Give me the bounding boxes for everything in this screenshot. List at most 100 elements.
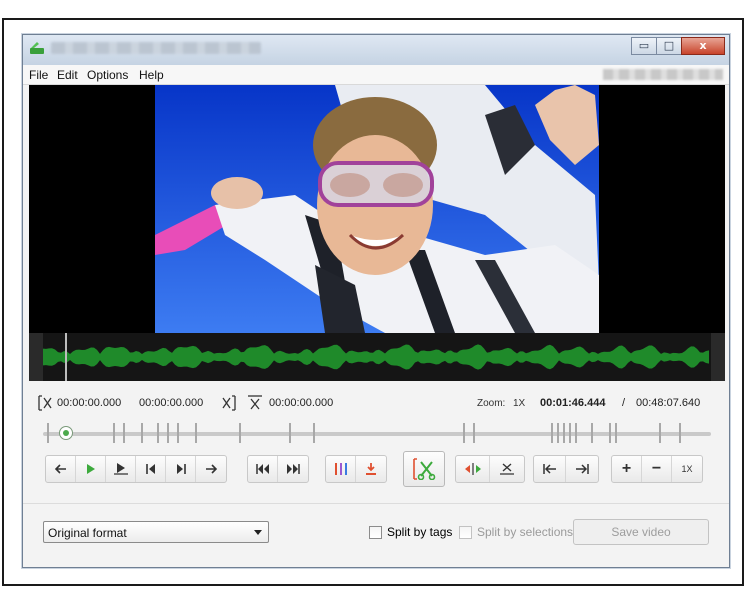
save-video-button[interactable]: Save video [573, 519, 709, 545]
timeline-marker[interactable] [563, 423, 565, 443]
timeline-marker[interactable] [47, 423, 49, 443]
marker-group [325, 455, 387, 483]
time-row: 00:00:00.000 00:00:00.000 00:00:00.000 Z… [37, 395, 717, 413]
split-by-tags-label: Split by tags [387, 525, 453, 539]
waveform-cursor[interactable] [65, 333, 67, 381]
minimize-button[interactable]: ▭ [631, 37, 657, 55]
arrow-right-icon [206, 464, 217, 474]
timeline-marker[interactable] [463, 423, 465, 443]
zoom-reset-button[interactable]: 1X [672, 456, 702, 482]
timeline-marker[interactable] [167, 423, 169, 443]
goto-end-icon [576, 464, 589, 474]
maximize-icon: □ [663, 39, 675, 52]
time-separator: / [622, 397, 626, 409]
timeline-marker[interactable] [113, 423, 115, 443]
timeline-marker[interactable] [195, 423, 197, 443]
cut-button[interactable] [404, 452, 444, 486]
video-image [155, 85, 599, 333]
add-marker-icon [366, 463, 376, 475]
zoom-out-button[interactable]: − [642, 456, 672, 482]
blurred-link[interactable] [603, 69, 723, 80]
timeline-marker[interactable] [591, 423, 593, 443]
skip-back-button[interactable] [248, 456, 278, 482]
maximize-button[interactable]: □ [656, 37, 682, 55]
window-controls: ▭ □ x [631, 37, 725, 55]
timeline-marker[interactable] [615, 423, 617, 443]
screenshot-frame: ▭ □ x File Edit Options Help 00:00:00.00… [2, 18, 744, 586]
prev-frame-icon [145, 464, 155, 474]
minimize-icon: ▭ [638, 39, 650, 52]
play-button[interactable] [76, 456, 106, 482]
zoom-label: Zoom: [477, 398, 506, 409]
split-by-tags-checkbox[interactable]: Split by tags [369, 525, 452, 539]
menu-file[interactable]: File [29, 68, 48, 82]
selection-end-icon[interactable] [221, 395, 237, 411]
output-format-value: Original format [48, 526, 127, 540]
close-button[interactable]: x [681, 37, 725, 55]
timeline-marker[interactable] [177, 423, 179, 443]
current-time: 00:01:46.444 [540, 397, 606, 409]
timeline-marker[interactable] [575, 423, 577, 443]
app-window: ▭ □ x File Edit Options Help 00:00:00.00… [22, 34, 730, 568]
prev-frame-button[interactable] [136, 456, 166, 482]
menu-options[interactable]: Options [87, 68, 128, 82]
timeline-marker[interactable] [679, 423, 681, 443]
play-selection-button[interactable] [106, 456, 136, 482]
play-icon [86, 464, 95, 474]
audio-waveform[interactable] [29, 333, 725, 381]
cut-position-icon[interactable] [247, 395, 263, 411]
timeline-marker[interactable] [239, 423, 241, 443]
checkbox-box[interactable] [369, 525, 382, 539]
video-frame [155, 85, 599, 333]
output-format-select[interactable]: Original format [43, 521, 269, 543]
timeline-marker[interactable] [551, 423, 553, 443]
timeline-marker[interactable] [157, 423, 159, 443]
timeline-marker[interactable] [557, 423, 559, 443]
timeline-marker[interactable] [123, 423, 125, 443]
split-button[interactable] [456, 456, 490, 482]
previous-button[interactable] [46, 456, 76, 482]
selection-start-icon[interactable] [37, 395, 53, 411]
checkbox-box[interactable] [459, 525, 472, 539]
add-marker-button[interactable] [356, 456, 386, 482]
cut-position-time: 00:00:00.000 [269, 397, 334, 409]
timeline-marker[interactable] [609, 423, 611, 443]
playback-group [45, 455, 227, 483]
play-selection-icon [113, 463, 128, 475]
timeline-thumb[interactable] [59, 426, 73, 440]
timeline-slider[interactable] [43, 423, 711, 445]
skip-back-icon [255, 464, 269, 474]
cut-group [403, 451, 445, 487]
split-by-selections-checkbox[interactable]: Split by selections [459, 525, 573, 539]
timeline-marker[interactable] [473, 423, 475, 443]
title-bar[interactable]: ▭ □ x [23, 35, 729, 65]
split-by-selections-label: Split by selections [477, 525, 574, 539]
markers-icon [334, 463, 347, 475]
menu-bar: File Edit Options Help [23, 65, 729, 85]
delete-marker-button[interactable] [490, 456, 524, 482]
goto-end-button[interactable] [566, 456, 598, 482]
skip-forward-button[interactable] [278, 456, 308, 482]
split-group [455, 455, 525, 483]
video-player[interactable] [29, 85, 725, 333]
waveform-graphic [29, 333, 725, 381]
timeline-marker[interactable] [289, 423, 291, 443]
markers-button[interactable] [326, 456, 356, 482]
next-frame-icon [176, 464, 186, 474]
timeline-marker[interactable] [569, 423, 571, 443]
next-frame-button[interactable] [166, 456, 196, 482]
goto-start-button[interactable] [534, 456, 566, 482]
zoom-in-button[interactable]: + [612, 456, 642, 482]
timeline-marker[interactable] [313, 423, 315, 443]
close-icon: x [699, 39, 707, 52]
divider [23, 503, 729, 504]
timeline-marker[interactable] [141, 423, 143, 443]
goto-start-icon [542, 464, 556, 474]
menu-edit[interactable]: Edit [57, 68, 78, 82]
next-button[interactable] [196, 456, 226, 482]
menu-help[interactable]: Help [139, 68, 164, 82]
skip-forward-icon [287, 464, 300, 474]
zoom-level: 1X [513, 398, 526, 409]
delete-marker-icon [500, 463, 514, 475]
timeline-marker[interactable] [659, 423, 661, 443]
